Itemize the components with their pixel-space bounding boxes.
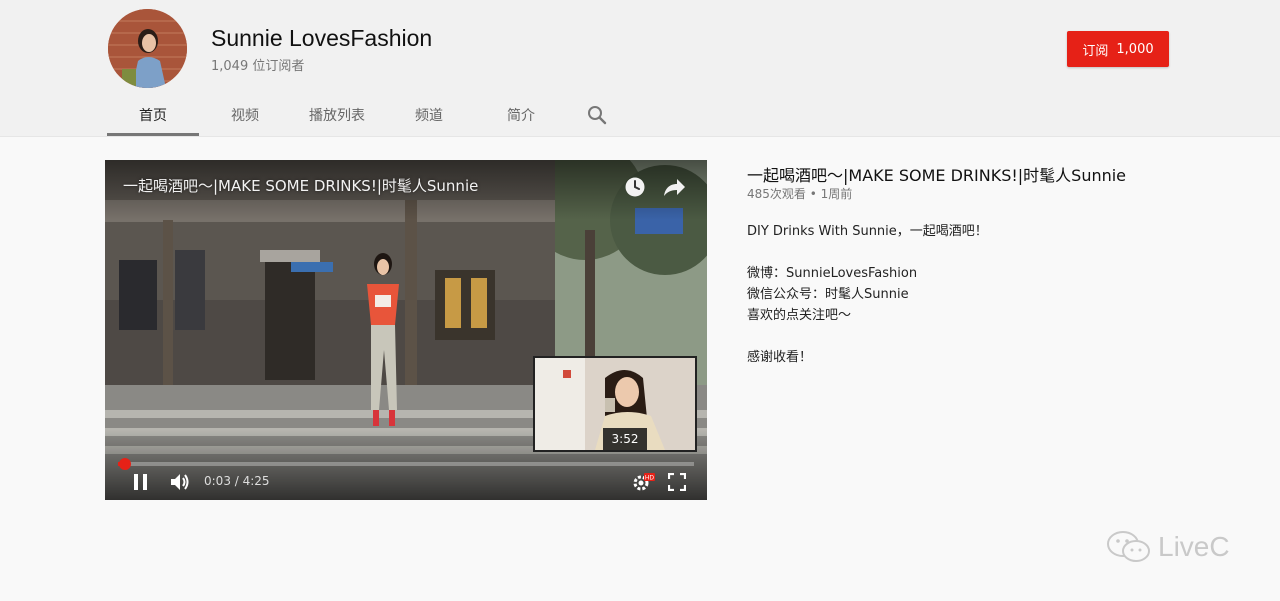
- description-line: 喜欢的点关注吧～: [747, 308, 852, 323]
- channel-avatar[interactable]: [108, 9, 187, 88]
- channel-tabs: 首页 视频 播放列表 频道 简介: [107, 96, 627, 136]
- time-readout: 0:03 / 4:25: [204, 474, 270, 488]
- tab-videos[interactable]: 视频: [199, 96, 291, 134]
- watermark: LiveC: [1106, 530, 1230, 564]
- player-overlay-title[interactable]: 一起喝酒吧～|MAKE SOME DRINKS!|时髦人Sunnie: [123, 175, 478, 196]
- settings-hd-icon[interactable]: HD: [632, 472, 656, 496]
- watch-later-icon[interactable]: [624, 176, 646, 202]
- next-video-thumbnail[interactable]: 3:52: [533, 356, 697, 452]
- channel-name[interactable]: Sunnie LovesFashion: [211, 25, 432, 52]
- wechat-icon: [1107, 531, 1150, 562]
- tab-about[interactable]: 简介: [475, 96, 567, 134]
- fullscreen-icon[interactable]: [667, 472, 687, 495]
- channel-header: Sunnie LovesFashion 1,049 位订阅者 订阅 1,000 …: [0, 0, 1280, 137]
- tab-channels[interactable]: 频道: [383, 96, 475, 134]
- watermark-text: LiveC: [1158, 531, 1230, 562]
- volume-icon[interactable]: [169, 472, 191, 496]
- subscribe-label: 订阅: [1082, 43, 1109, 59]
- tab-playlists[interactable]: 播放列表: [291, 96, 383, 134]
- search-icon[interactable]: [567, 96, 627, 134]
- subscribe-button[interactable]: 订阅 1,000: [1067, 31, 1169, 67]
- description-line: 感谢收看！: [747, 350, 813, 365]
- video-meta: 485次观看 • 1周前: [747, 187, 853, 201]
- subscribe-count: 1,000: [1116, 41, 1154, 57]
- video-player[interactable]: 一起喝酒吧～|MAKE SOME DRINKS!|时髦人Sunnie 3:52: [105, 160, 707, 500]
- description-line: DIY Drinks With Sunnie，一起喝酒吧！: [747, 224, 988, 239]
- video-title[interactable]: 一起喝酒吧～|MAKE SOME DRINKS!|时髦人Sunnie: [747, 162, 1126, 186]
- thumbnail-duration: 3:52: [603, 428, 647, 450]
- progress-scrubber[interactable]: [118, 458, 131, 470]
- share-icon[interactable]: [663, 177, 687, 201]
- tab-home[interactable]: 首页: [107, 96, 199, 136]
- pause-icon[interactable]: [133, 473, 149, 495]
- description-line: 微博：SunnieLovesFashion: [747, 266, 918, 281]
- subscriber-count: 1,049 位订阅者: [211, 59, 305, 74]
- progress-bar[interactable]: [118, 458, 694, 470]
- description-line: 微信公众号：时髦人Sunnie: [747, 287, 909, 302]
- svg-text:HD: HD: [645, 475, 655, 482]
